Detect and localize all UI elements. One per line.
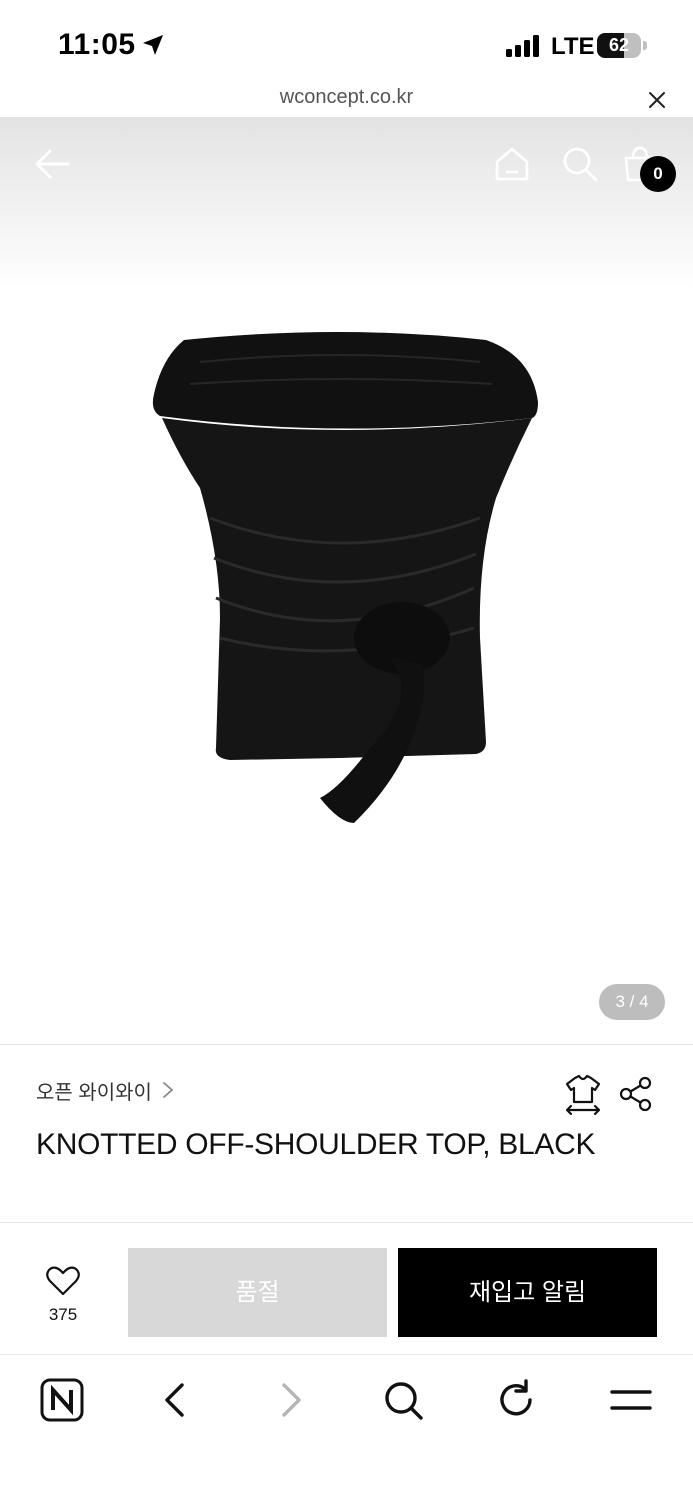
brand-name[interactable]: 오픈 와이와이 xyxy=(36,1076,152,1105)
heart-icon[interactable] xyxy=(46,1265,80,1297)
location-arrow-icon xyxy=(143,35,163,55)
network-label: LTE xyxy=(551,33,595,60)
close-icon[interactable] xyxy=(645,88,669,112)
browser-toolbar xyxy=(0,1354,693,1500)
gallery-page-indicator: 3 / 4 xyxy=(599,984,665,1020)
back-arrow-icon[interactable] xyxy=(32,144,74,184)
reload-icon[interactable] xyxy=(492,1375,542,1425)
divider xyxy=(0,1044,693,1045)
product-header: 0 xyxy=(0,118,693,208)
menu-icon[interactable] xyxy=(606,1375,656,1425)
share-icon[interactable] xyxy=(618,1076,654,1112)
wishlist-button[interactable]: 375 xyxy=(30,1263,96,1329)
brand-link[interactable]: 오픈 와이와이 xyxy=(36,1076,176,1105)
battery-icon: 62 xyxy=(597,33,647,58)
forward-icon[interactable] xyxy=(266,1375,316,1425)
url-bar[interactable]: wconcept.co.kr xyxy=(0,82,693,118)
status-time: 11:05 xyxy=(58,28,136,61)
search-icon[interactable] xyxy=(560,144,600,184)
status-bar: 11:05 LTE 62 xyxy=(0,0,693,82)
battery-level: 62 xyxy=(608,35,630,55)
restock-alert-button[interactable]: 재입고 알림 xyxy=(398,1248,657,1337)
url-text[interactable]: wconcept.co.kr xyxy=(0,86,693,109)
home-icon[interactable] xyxy=(492,144,532,184)
product-title: KNOTTED OFF-SHOULDER TOP, BLACK xyxy=(36,1128,596,1161)
chevron-right-icon[interactable] xyxy=(160,1080,176,1100)
wishlist-count: 375 xyxy=(48,1305,78,1324)
product-gallery[interactable]: 0 3 / 4 xyxy=(0,118,693,1044)
purchase-action-bar: 375 품절 재입고 알림 xyxy=(0,1222,693,1354)
naver-icon[interactable] xyxy=(37,1375,87,1425)
signal-icon xyxy=(506,35,539,57)
search-icon[interactable] xyxy=(378,1375,428,1425)
product-image[interactable] xyxy=(140,318,550,838)
cart-count-badge[interactable]: 0 xyxy=(640,156,676,192)
size-guide-icon[interactable] xyxy=(563,1074,603,1116)
back-icon[interactable] xyxy=(150,1375,200,1425)
soldout-button[interactable]: 품절 xyxy=(128,1248,387,1337)
